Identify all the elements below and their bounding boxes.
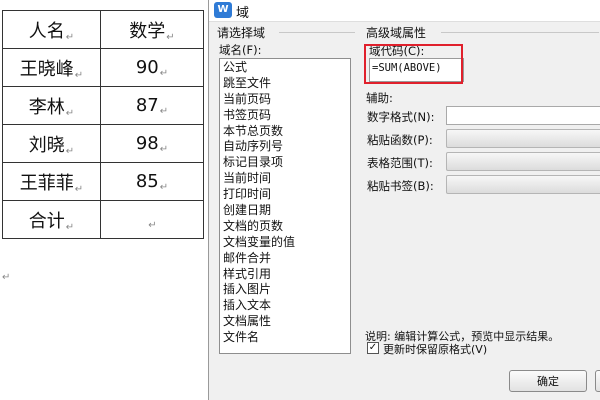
field-name-list[interactable]: 公式 跳至文件 当前页码 书签页码 本节总页数 自动序列号 标记目录项 当前时间… bbox=[219, 58, 351, 354]
table-cell[interactable]: 98↵ bbox=[100, 124, 204, 163]
paste-bookmark-label: 粘贴书签(B): bbox=[367, 179, 434, 193]
list-item[interactable]: 当前时间 bbox=[220, 170, 350, 186]
table-cell[interactable]: ↵ bbox=[100, 200, 204, 239]
cell-end-mark: ↵ bbox=[74, 183, 84, 195]
cell-end-mark: ↵ bbox=[159, 181, 169, 193]
group-divider bbox=[279, 32, 355, 33]
table-cell[interactable]: 李林↵ bbox=[2, 86, 101, 125]
list-item[interactable]: 创建日期 bbox=[220, 202, 350, 218]
ok-button[interactable]: 确定 bbox=[509, 370, 587, 392]
list-item[interactable]: 文档的页数 bbox=[220, 218, 350, 234]
table-cell[interactable]: 85↵ bbox=[100, 162, 204, 201]
cell-end-mark: ↵ bbox=[159, 143, 169, 155]
table-cell[interactable]: 人名↵ bbox=[2, 10, 101, 49]
score-table: 人名↵ 数学↵ 王晓峰↵ 90↵ 李林↵ 87↵ 刘晓↵ 98↵ 王菲菲↵ 85… bbox=[2, 10, 204, 239]
cell-end-mark: ↵ bbox=[65, 221, 75, 233]
list-item[interactable]: 文档属性 bbox=[220, 313, 350, 329]
field-dialog: W 域 请选择域 域名(F): 公式 跳至文件 当前页码 书签页码 本节总页数 … bbox=[208, 0, 600, 400]
cell-end-mark: ↵ bbox=[74, 69, 84, 81]
cell-end-mark: ↵ bbox=[65, 145, 75, 157]
table-cell[interactable]: 数学↵ bbox=[100, 10, 204, 49]
list-item[interactable]: 文档变量的值 bbox=[220, 234, 350, 250]
number-format-label: 数字格式(N): bbox=[367, 110, 435, 124]
paste-bookmark-dropdown[interactable] bbox=[446, 175, 600, 194]
table-row: 王晓峰↵ 90↵ bbox=[2, 48, 204, 87]
dialog-title: 域 bbox=[236, 6, 250, 21]
list-item[interactable]: 书签页码 bbox=[220, 107, 350, 123]
table-row: 刘晓↵ 98↵ bbox=[2, 124, 204, 163]
table-cell[interactable]: 王菲菲↵ bbox=[2, 162, 101, 201]
field-name-label: 域名(F): bbox=[219, 43, 262, 57]
list-item[interactable]: 插入文本 bbox=[220, 297, 350, 313]
cell-end-mark: ↵ bbox=[148, 219, 157, 231]
advanced-properties-group-label: 高级域属性 bbox=[366, 24, 430, 41]
preserve-format-checkbox[interactable]: ✓ bbox=[367, 342, 379, 354]
field-code-input[interactable]: =SUM(ABOVE) bbox=[369, 58, 464, 82]
table-cell[interactable]: 刘晓↵ bbox=[2, 124, 101, 163]
table-row: 王菲菲↵ 85↵ bbox=[2, 162, 204, 201]
cancel-button[interactable] bbox=[595, 370, 600, 392]
paste-function-dropdown[interactable] bbox=[446, 129, 600, 148]
list-item[interactable]: 邮件合并 bbox=[220, 250, 350, 266]
field-code-label: 域代码(C): bbox=[369, 44, 425, 58]
dialog-titlebar[interactable]: W 域 bbox=[209, 0, 600, 22]
group-divider bbox=[441, 32, 599, 33]
list-item[interactable]: 本节总页数 bbox=[220, 123, 350, 139]
document-area: 人名↵ 数学↵ 王晓峰↵ 90↵ 李林↵ 87↵ 刘晓↵ 98↵ 王菲菲↵ 85… bbox=[0, 0, 208, 400]
auxiliary-label: 辅助: bbox=[366, 91, 393, 105]
list-item[interactable]: 公式 bbox=[220, 59, 350, 75]
list-item[interactable]: 自动序列号 bbox=[220, 138, 350, 154]
list-item[interactable]: 标记目录项 bbox=[220, 154, 350, 170]
cell-end-mark: ↵ bbox=[166, 31, 175, 43]
cell-end-mark: ↵ bbox=[159, 105, 169, 117]
list-item[interactable]: 文件名 bbox=[220, 329, 350, 345]
list-item[interactable]: 当前页码 bbox=[220, 91, 350, 107]
cell-end-mark: ↵ bbox=[65, 107, 75, 119]
table-cell[interactable]: 87↵ bbox=[100, 86, 204, 125]
table-row: 李林↵ 87↵ bbox=[2, 86, 204, 125]
list-item[interactable]: 插入图片 bbox=[220, 281, 350, 297]
table-row: 人名↵ 数学↵ bbox=[2, 10, 204, 49]
table-cell[interactable]: 王晓峰↵ bbox=[2, 48, 101, 87]
wps-writer-icon: W bbox=[214, 2, 232, 18]
table-range-label: 表格范围(T): bbox=[367, 156, 433, 170]
paste-function-label: 粘贴函数(P): bbox=[367, 133, 433, 147]
cell-end-mark: ↵ bbox=[159, 67, 169, 79]
list-item[interactable]: 跳至文件 bbox=[220, 75, 350, 91]
table-row: 合计↵ ↵ bbox=[2, 200, 204, 239]
list-item[interactable]: 打印时间 bbox=[220, 186, 350, 202]
number-format-input[interactable] bbox=[446, 106, 600, 125]
paragraph-mark: ↵ bbox=[2, 272, 11, 283]
preserve-format-label[interactable]: 更新时保留原格式(V) bbox=[383, 341, 487, 357]
cell-end-mark: ↵ bbox=[65, 31, 75, 43]
table-cell[interactable]: 合计↵ bbox=[2, 200, 101, 239]
table-cell[interactable]: 90↵ bbox=[100, 48, 204, 87]
table-range-dropdown[interactable] bbox=[446, 152, 600, 171]
select-field-group-label: 请选择域 bbox=[217, 24, 269, 41]
list-item[interactable]: 样式引用 bbox=[220, 266, 350, 282]
